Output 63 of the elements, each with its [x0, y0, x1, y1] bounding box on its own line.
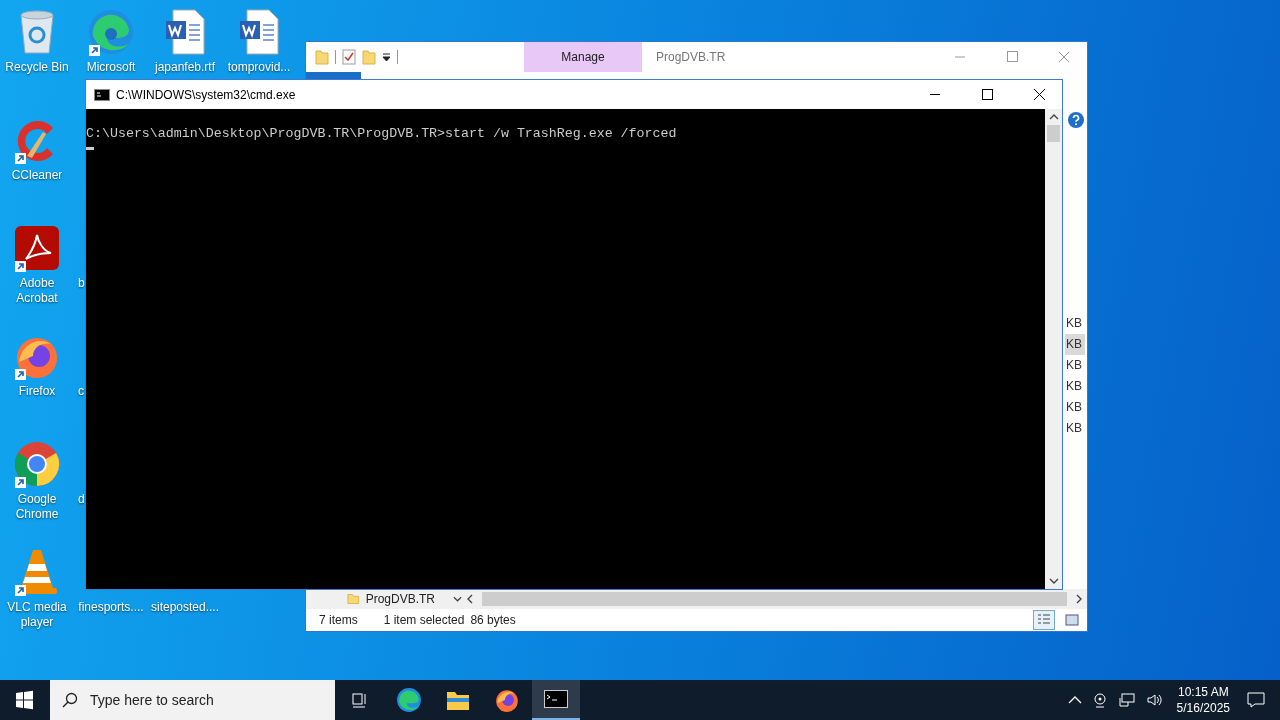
desktop-icon-label[interactable]: Microsoft: [86, 60, 136, 75]
chevron-up-icon[interactable]: [1067, 695, 1082, 705]
scroll-right-icon[interactable]: [1075, 594, 1083, 604]
firefox-icon: [494, 687, 520, 713]
word-document-icon[interactable]: [239, 9, 279, 55]
nav-tree-item[interactable]: ProgDVB.TR: [365, 592, 435, 606]
file-size-cell[interactable]: KB: [1065, 418, 1085, 439]
clock[interactable]: 10:15 AM 5/16/2025: [1176, 684, 1230, 716]
recycle-bin-icon[interactable]: [17, 9, 57, 55]
chrome-icon[interactable]: [13, 440, 61, 488]
desktop-icon-label[interactable]: finesports....: [78, 600, 144, 615]
item-count: 7 items: [319, 613, 358, 627]
word-document-icon[interactable]: [165, 9, 205, 55]
desktop-icon-label[interactable]: CCleaner: [11, 168, 63, 183]
desktop-icon-label[interactable]: Adobe Acrobat: [0, 276, 74, 306]
manage-tab[interactable]: Manage: [524, 42, 642, 72]
search-box[interactable]: Type here to search: [50, 680, 335, 720]
edge-icon[interactable]: [87, 8, 135, 56]
text-cursor: [86, 147, 94, 150]
search-input[interactable]: Type here to search: [88, 691, 312, 709]
file-size-cell[interactable]: KB: [1065, 334, 1085, 355]
edge-icon: [396, 687, 422, 713]
file-size-cell[interactable]: KB: [1065, 313, 1085, 334]
desktop-icon-label[interactable]: Firefox: [18, 384, 56, 399]
scroll-up-icon[interactable]: [1048, 113, 1059, 121]
window-title: C:\WINDOWS\system32\cmd.exe: [116, 87, 296, 102]
console-line: C:\Users\admin\Desktop\ProgDVB.TR\ProgDVB.TR>start /w TrashReg.exe /forced: [86, 126, 678, 142]
folder-icon: [446, 689, 470, 711]
clock-date: 5/16/2025: [1176, 700, 1230, 716]
webcam-icon[interactable]: [1091, 692, 1108, 708]
scroll-left-icon[interactable]: [466, 594, 474, 604]
dropdown-arrow-icon[interactable]: [382, 52, 391, 62]
file-size-cell[interactable]: KB: [1065, 397, 1085, 418]
desktop-icon-label[interactable]: japanfeb.rtf: [154, 60, 215, 75]
console-icon: [94, 88, 110, 101]
file-size-cell[interactable]: KB: [1065, 376, 1085, 397]
volume-icon[interactable]: [1145, 692, 1164, 708]
desktop-icon-label[interactable]: siteposted....: [150, 600, 219, 615]
desktop-icon-label[interactable]: d: [78, 492, 85, 507]
horizontal-scrollbar[interactable]: [462, 589, 1087, 609]
window-title: ProgDVB.TR: [656, 50, 726, 64]
desktop-icon-label[interactable]: c: [78, 384, 84, 399]
search-icon: [62, 692, 78, 708]
desktop-icon-label[interactable]: Google Chrome: [0, 492, 74, 522]
desktop-icon-label[interactable]: VLC media player: [0, 600, 74, 630]
console-icon: [544, 690, 568, 708]
taskbar-button[interactable]: [532, 680, 580, 720]
selection-info: 1 item selected: [383, 613, 465, 627]
clock-time: 10:15 AM: [1177, 684, 1229, 700]
vertical-scrollbar[interactable]: [1045, 109, 1062, 589]
network-icon[interactable]: [1117, 692, 1136, 708]
help-icon[interactable]: [1068, 112, 1084, 128]
selection-size: 86 bytes: [470, 613, 516, 627]
notification-icon[interactable]: [1246, 691, 1266, 709]
desktop-icon-label[interactable]: b: [78, 276, 85, 291]
scroll-down-icon[interactable]: [1048, 577, 1059, 585]
desktop-icon-label[interactable]: Recycle Bin: [5, 60, 69, 75]
desktop-icon-label[interactable]: tomprovid...: [227, 60, 291, 75]
properties-icon[interactable]: [342, 49, 356, 65]
file-size-cell[interactable]: KB: [1065, 355, 1085, 376]
scrollbar-thumb[interactable]: [1047, 125, 1060, 142]
chevron-down-icon[interactable]: [453, 595, 462, 603]
acrobat-icon[interactable]: [14, 225, 60, 271]
